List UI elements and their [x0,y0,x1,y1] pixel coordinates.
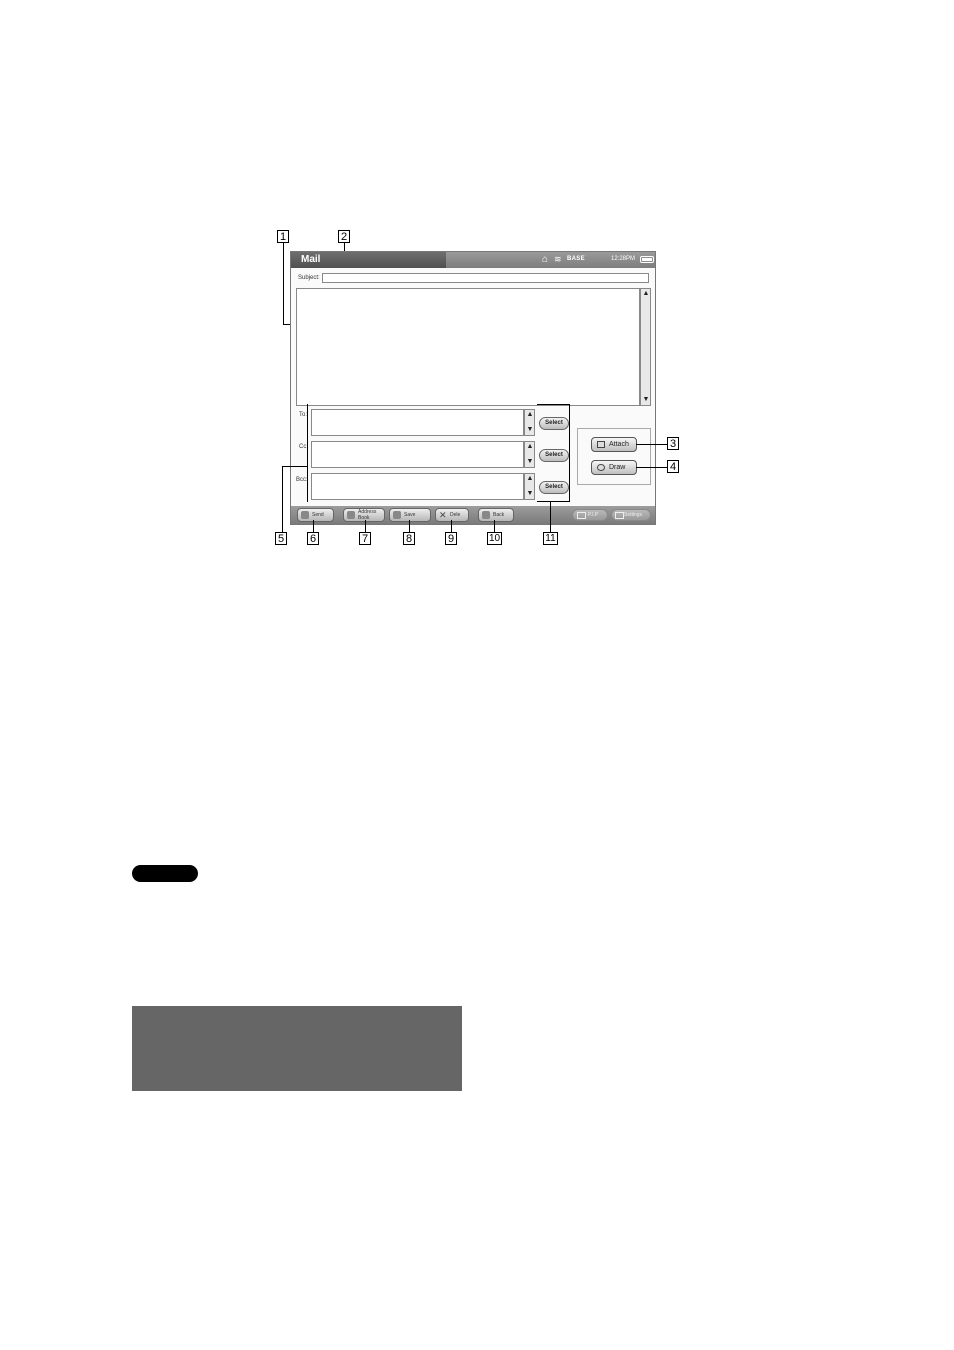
scroll-up-icon[interactable]: ▲ [526,475,534,483]
settings-icon [615,512,624,519]
callout-11-bracket [569,404,570,502]
scroll-down-icon[interactable]: ▼ [642,396,650,404]
scroll-up-icon[interactable]: ▲ [642,290,650,298]
callout-3-line [636,444,667,445]
callout-11-bracket-bottom [537,501,569,502]
body-scrollbar[interactable]: ▲ ▼ [640,288,651,406]
callout-11-bracket-top [537,404,569,405]
bcc-scrollbar[interactable]: ▲ ▼ [524,473,535,500]
to-field[interactable] [311,409,524,436]
pip-button[interactable]: P.I.P [572,509,608,521]
wifi-icon: ≋ [554,254,562,264]
callout-1-line [283,243,284,324]
send-button[interactable]: Send [297,508,334,522]
callout-5-bracket [307,404,308,502]
base-status: BASE [567,256,585,262]
delete-button[interactable]: ✕ Dele [435,508,469,522]
delete-icon: ✕ [439,510,447,520]
scroll-down-icon[interactable]: ▼ [526,490,534,498]
pip-icon [577,512,586,519]
cc-scrollbar[interactable]: ▲ ▼ [524,441,535,468]
bcc-label: Bcc: [296,477,308,483]
battery-fill [642,258,652,261]
draw-button[interactable]: Draw [591,460,637,475]
callout-4-line [636,467,667,468]
attach-icon [597,441,605,448]
callout-10: 10 [487,532,502,545]
address-book-button[interactable]: Address Book [343,508,385,522]
callout-5-line-v [282,466,283,532]
scroll-down-icon[interactable]: ▼ [526,426,534,434]
scroll-down-icon[interactable]: ▼ [526,458,534,466]
callout-1: 1 [277,230,289,243]
send-icon [301,511,309,519]
callout-8-line [409,520,410,532]
mail-screen: Mail ⌂ ≋ BASE 12:28PM Subject: ▲ ▼ To: ▲… [290,251,656,525]
title-bar: Mail ⌂ ≋ BASE 12:28PM [291,252,655,268]
callout-8: 8 [403,532,415,545]
callout-2: 2 [338,230,350,243]
subject-input[interactable] [322,273,649,283]
cc-select-button[interactable]: Select [539,449,569,462]
settings-label: Settings [624,512,643,518]
callout-9-line [451,520,452,532]
save-button[interactable]: Save [389,508,431,522]
app-title: Mail [301,254,321,265]
attach-label: Attach [609,441,629,448]
settings-button[interactable]: Settings [611,509,651,521]
callout-3: 3 [667,437,679,450]
note-badge [132,865,198,882]
callout-11: 11 [543,532,558,545]
to-label: To: [299,412,308,418]
cc-field[interactable] [311,441,524,468]
callout-6-line [313,520,314,532]
pip-label: P.I.P [588,512,599,518]
home-icon: ⌂ [542,254,549,265]
battery-icon [640,256,654,263]
back-icon [482,511,490,519]
bcc-field[interactable] [311,473,524,500]
draw-label: Draw [609,464,626,471]
scroll-up-icon[interactable]: ▲ [526,443,534,451]
save-icon [393,511,401,519]
clock: 12:28PM [611,256,636,262]
subject-label: Subject: [298,275,320,281]
callout-5: 5 [275,532,287,545]
callout-6: 6 [307,532,319,545]
gray-block [132,1006,462,1091]
bottom-toolbar: Send Address Book Save ✕ Dele Back P.I.P… [291,506,655,524]
callout-10-line [494,520,495,532]
callout-7-line [365,520,366,532]
address-book-icon [347,511,355,519]
callout-9: 9 [445,532,457,545]
draw-icon [597,464,605,471]
callout-11-line [550,502,551,532]
to-select-button[interactable]: Select [539,417,569,430]
back-button[interactable]: Back [478,508,514,522]
callout-4: 4 [667,460,679,473]
to-scrollbar[interactable]: ▲ ▼ [524,409,535,436]
attach-button[interactable]: Attach [591,437,637,452]
bcc-select-button[interactable]: Select [539,481,569,494]
message-body-input[interactable] [296,288,640,406]
scroll-up-icon[interactable]: ▲ [526,411,534,419]
callout-5-line-h [282,466,307,467]
callout-7: 7 [359,532,371,545]
address-book-label: Address Book [358,509,377,521]
